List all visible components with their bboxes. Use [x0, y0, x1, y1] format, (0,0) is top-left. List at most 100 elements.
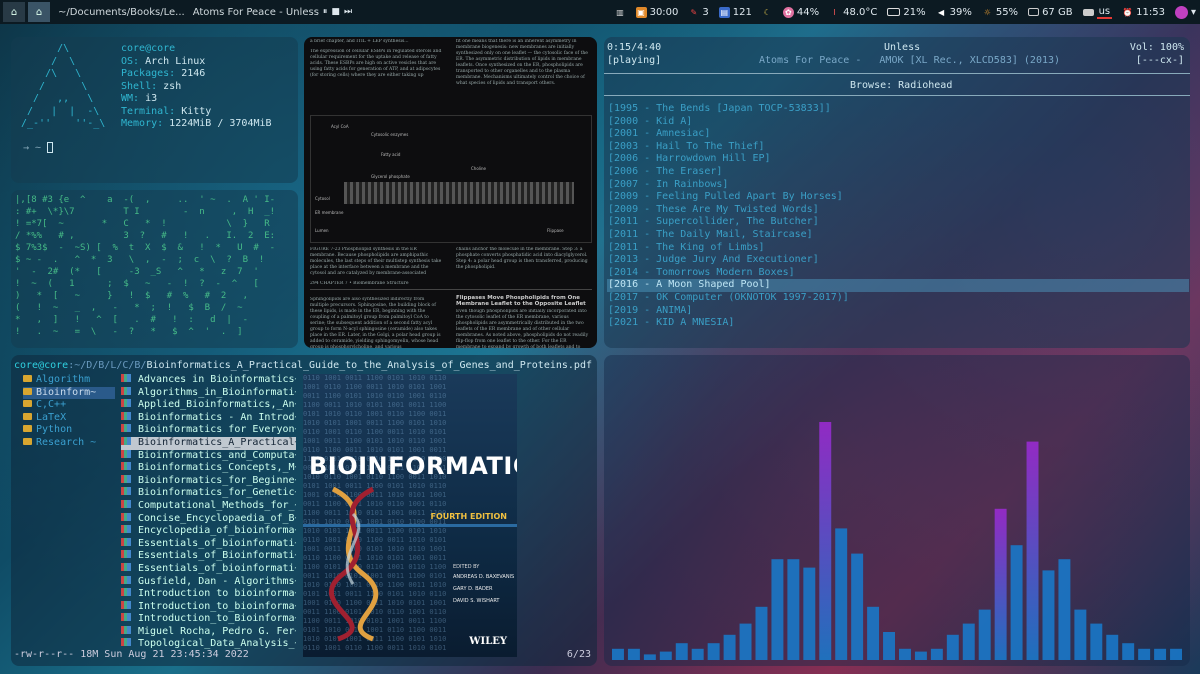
file-item[interactable]: Introduction_to_Bioinforma~	[121, 613, 296, 626]
directory-item[interactable]: Python	[23, 424, 115, 437]
timer-value: 30:00	[649, 6, 679, 18]
cover-author-1: ANDREAS D. BAXEVANIS	[453, 574, 515, 580]
cpu-widget[interactable]: ✿ 44%	[782, 6, 819, 18]
keyboard-layout-widget[interactable]: us	[1082, 6, 1113, 19]
album-item[interactable]: [2011 - The King of Limbs]	[607, 242, 1189, 255]
spectrum-bar	[851, 553, 864, 660]
shell-prompt[interactable]: → ~	[23, 142, 54, 154]
album-item[interactable]: [2019 - ANIMA]	[607, 305, 1189, 318]
books-icon	[121, 550, 131, 559]
file-item[interactable]: Essentials_of_bioinformati~	[121, 562, 296, 576]
directory-item[interactable]: C,C++	[23, 399, 115, 412]
directory-list[interactable]: Algorithm Bioinform~ C,C++ LaTeX Python Resea…	[23, 374, 115, 450]
workspace-1-button[interactable]: ⌂	[3, 2, 25, 22]
file-label: Bioinformatics_A_Practical~	[138, 436, 296, 448]
pomodoro-widget[interactable]: ▣ 30:00	[635, 6, 679, 18]
file-item[interactable]: Bioinformatics_and_Computa~	[121, 449, 296, 463]
pdf-page: a brief chapter, and ITIL + LEP synthesi…	[304, 37, 597, 348]
album-item[interactable]: [2006 - The Eraser]	[607, 166, 1189, 179]
volume-value: 39%	[949, 6, 972, 18]
album-item[interactable]: [2013 - Judge Jury And Executioner]	[607, 254, 1189, 267]
next-button[interactable]: ⏭	[344, 7, 352, 17]
pdf-viewer[interactable]: a brief chapter, and ITIL + LEP synthesi…	[304, 37, 597, 348]
album-item[interactable]: [2017 - OK Computer (OKNOTOK 1997-2017)]	[607, 292, 1189, 305]
file-item[interactable]: Essentials_of_Bioinformati~	[121, 550, 296, 563]
user-menu[interactable]: ▾	[1174, 5, 1196, 19]
album-item[interactable]: [2016 - A Moon Shaped Pool]	[607, 279, 1189, 292]
updates-widget[interactable]: ▤ 121	[718, 6, 752, 18]
label-cytosol: Cytosol	[315, 196, 330, 201]
brightness-widget[interactable]: ☼ 55%	[982, 7, 1018, 18]
tasks-widget[interactable]: ✎ 3	[688, 7, 709, 18]
directory-item[interactable]: Research ~	[23, 437, 115, 450]
spectrum-bar	[819, 422, 832, 660]
directory-label: Python	[36, 424, 73, 436]
directory-item[interactable]: Bioinform~	[23, 386, 115, 400]
album-item[interactable]: [2003 - Hail To The Thief]	[607, 141, 1189, 154]
album-item[interactable]: [1995 - The Bends [Japan TOCP-53833]]	[607, 103, 1189, 116]
file-item[interactable]: Bioinformatics_for_Genetic~	[121, 487, 296, 500]
file-label: Applied_Bioinformatics,_An~	[138, 399, 296, 411]
album-item[interactable]: [2007 - In Rainbows]	[607, 179, 1189, 192]
fetch-terminal[interactable]: /\ / \ /\ \ / \ / ,, \ / | | -\ /_-'' ''…	[11, 37, 298, 183]
file-item[interactable]: Introduction_to_bioinforma~	[121, 600, 296, 614]
disk-widget[interactable]: 67 GB	[1028, 7, 1073, 18]
battery-widget[interactable]: 21%	[887, 7, 926, 18]
file-item[interactable]: Computational_Methods_for_~	[121, 499, 296, 513]
books-icon	[121, 386, 131, 395]
directory-label: Bioinform~	[36, 386, 97, 398]
file-item[interactable]: Applied_Bioinformatics,_An~	[121, 399, 296, 412]
file-item[interactable]: Bioinformatics for Everyon~	[121, 424, 296, 437]
file-label: Introduction to bioinforma~	[138, 588, 296, 600]
volume-level[interactable]: Vol: 100%	[1130, 42, 1184, 53]
cursor	[47, 142, 54, 153]
status-blocks: ▥ ▣ 30:00 ✎ 3 ▤ 121 ☾ ✿ 44% I 48.0°C 21% ◀ 39%…	[615, 0, 1196, 24]
file-item[interactable]: Concise_Encyclopaedia_of_B~	[121, 512, 296, 526]
album-item[interactable]: [2011 - The Daily Mail, Staircase]	[607, 229, 1189, 242]
file-item[interactable]: Introduction to bioinforma~	[121, 588, 296, 601]
file-item[interactable]: Algorithms_in_Bioinformati~	[121, 386, 296, 400]
album-item[interactable]: [2001 - Amnesiac]	[607, 128, 1189, 141]
album-item[interactable]: [2000 - Kid A]	[607, 116, 1189, 129]
clock-widget[interactable]: ⏰ 11:53	[1122, 7, 1165, 18]
file-manager[interactable]: core@core:~/D/B/L/C/B/Bioinformatics_A_P…	[11, 355, 597, 666]
file-item[interactable]: Bioinformatics - An Introd~	[121, 411, 296, 425]
directory-item[interactable]: LaTeX	[23, 412, 115, 425]
file-item[interactable]: Gusfield, Dan - Algorithms~	[121, 575, 296, 589]
file-item[interactable]: Essentials_of_bioinformati~	[121, 537, 296, 551]
file-label: Concise_Encyclopaedia_of_B~	[138, 512, 296, 524]
publisher-logo: WILEY	[469, 636, 507, 647]
chart-widget[interactable]: ▥	[615, 7, 626, 18]
theme-widget[interactable]: ☾	[762, 7, 773, 18]
album-item[interactable]: [2009 - Feeling Pulled Apart By Horses]	[607, 191, 1189, 204]
music-player[interactable]: 0:15/4:40 Unless Vol: 100% [playing] Ato…	[604, 37, 1190, 348]
file-item[interactable]: Encyclopedia_of_bioinforma~	[121, 525, 296, 538]
matrix-terminal[interactable]: |,[8 #3 {e ^ a -( , .. ' ~ . A ' I- : #+…	[11, 190, 298, 348]
file-item[interactable]: Bioinformatics_A_Practical~	[121, 436, 296, 450]
album-item[interactable]: [2021 - KID A MNESIA]	[607, 317, 1189, 330]
file-item[interactable]: Miguel Rocha, Pedro G. Fer~	[121, 625, 296, 639]
figure-caption: FIGURE 7-23 Phospholipid synthesis in th…	[310, 247, 442, 276]
play-pause-button[interactable]: ⏸	[323, 7, 328, 17]
moon-icon: ☾	[763, 7, 771, 17]
temperature-widget[interactable]: I 48.0°C	[829, 7, 877, 18]
spectrum-bar	[867, 606, 880, 660]
file-item[interactable]: Bioinformatics_for_Beginne~	[121, 474, 296, 488]
album-item[interactable]: [2014 - Tomorrows Modern Boxes]	[607, 267, 1189, 280]
file-item[interactable]: Advances in Bioinformatics~	[121, 374, 296, 387]
label-lumen: Lumen	[315, 228, 329, 233]
spectrum-bar	[707, 643, 720, 660]
file-item[interactable]: Bioinformatics_Concepts,_M~	[121, 462, 296, 475]
album-list[interactable]: [1995 - The Bends [Japan TOCP-53833]] [20…	[607, 103, 1189, 330]
divider	[604, 95, 1190, 96]
volume-widget[interactable]: ◀ 39%	[936, 7, 972, 18]
file-label: Encyclopedia_of_bioinforma~	[138, 525, 296, 537]
directory-item[interactable]: Algorithm	[23, 374, 115, 387]
workspace-2-button[interactable]: ⌂	[28, 2, 50, 22]
stop-button[interactable]: ■	[331, 7, 340, 17]
album-item[interactable]: [2011 - Supercollider, The Butcher]	[607, 216, 1189, 229]
album-item[interactable]: [2006 - Harrowdown Hill EP]	[607, 153, 1189, 166]
album-item[interactable]: [2009 - These Are My Twisted Words]	[607, 204, 1189, 217]
file-list[interactable]: Advances in Bioinformatics~ Algorithms_in…	[121, 374, 296, 651]
spectrum-bar	[1090, 623, 1103, 660]
